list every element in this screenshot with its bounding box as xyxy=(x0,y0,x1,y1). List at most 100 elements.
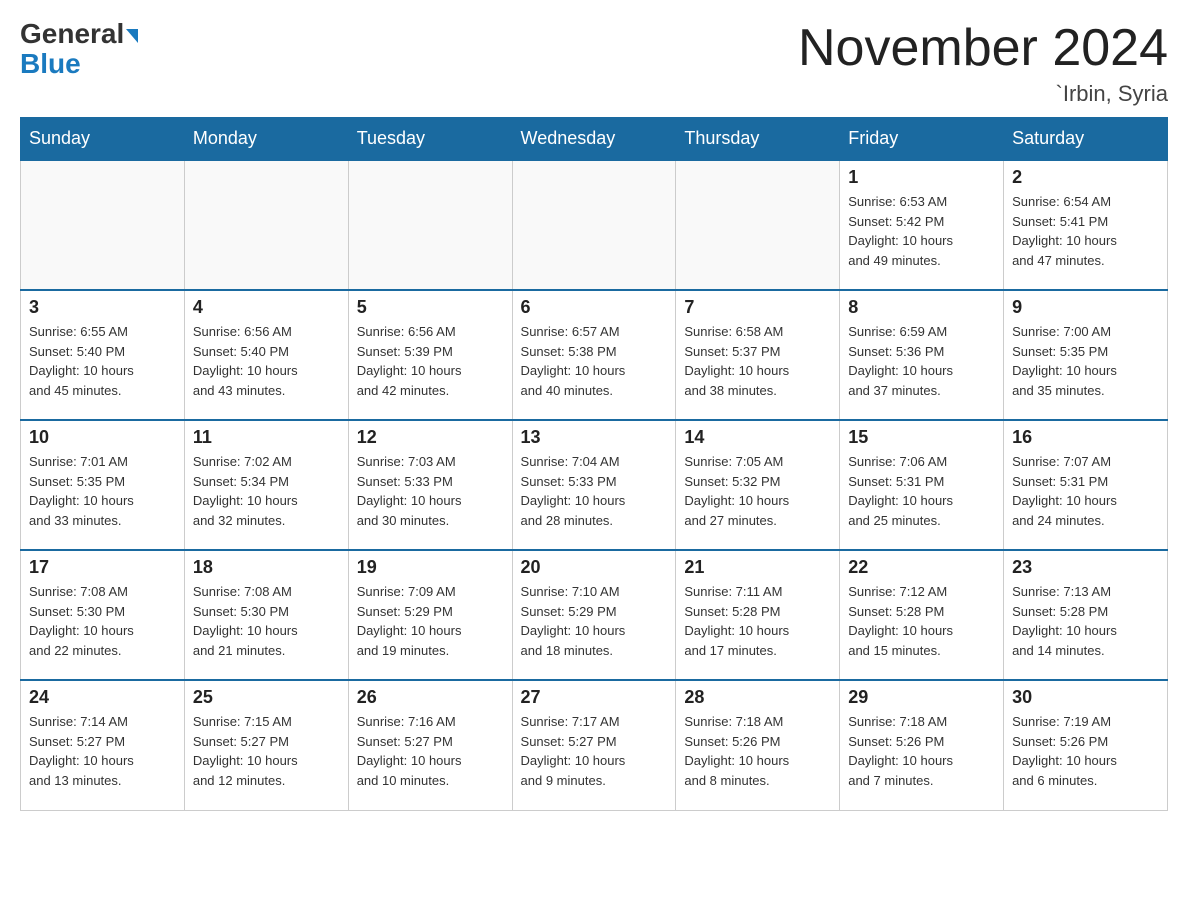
calendar-header-friday: Friday xyxy=(840,118,1004,161)
day-number: 1 xyxy=(848,167,995,188)
calendar-cell xyxy=(348,160,512,290)
calendar-header-wednesday: Wednesday xyxy=(512,118,676,161)
day-info: Sunrise: 7:12 AM Sunset: 5:28 PM Dayligh… xyxy=(848,582,995,660)
calendar-week-row-3: 10 Sunrise: 7:01 AM Sunset: 5:35 PM Dayli… xyxy=(21,420,1168,550)
calendar-cell: 11 Sunrise: 7:02 AM Sunset: 5:34 PM Dayli… xyxy=(184,420,348,550)
calendar-cell xyxy=(184,160,348,290)
calendar-cell: 13 Sunrise: 7:04 AM Sunset: 5:33 PM Dayli… xyxy=(512,420,676,550)
calendar-cell: 6Sunrise: 6:57 AM Sunset: 5:38 PM Daylig… xyxy=(512,290,676,420)
day-info: Sunrise: 6:53 AM Sunset: 5:42 PM Dayligh… xyxy=(848,192,995,270)
logo-top: General xyxy=(20,20,138,48)
day-number: 5 xyxy=(357,297,504,318)
calendar-cell xyxy=(21,160,185,290)
day-number: 16 xyxy=(1012,427,1159,448)
day-number: 20 xyxy=(521,557,668,578)
day-number: 9 xyxy=(1012,297,1159,318)
calendar-week-row-2: 3 Sunrise: 6:55 AM Sunset: 5:40 PM Daylig… xyxy=(21,290,1168,420)
calendar-week-row-4: 17 Sunrise: 7:08 AM Sunset: 5:30 PM Dayli… xyxy=(21,550,1168,680)
calendar-cell: 16 Sunrise: 7:07 AM Sunset: 5:31 PM Dayli… xyxy=(1004,420,1168,550)
calendar-header-monday: Monday xyxy=(184,118,348,161)
day-number: 24 xyxy=(29,687,176,708)
day-number: 10 xyxy=(29,427,176,448)
day-info: Sunrise: 7:14 AM Sunset: 5:27 PM Dayligh… xyxy=(29,712,176,790)
calendar-cell: 19 Sunrise: 7:09 AM Sunset: 5:29 PM Dayli… xyxy=(348,550,512,680)
calendar-cell: 21 Sunrise: 7:11 AM Sunset: 5:28 PM Dayli… xyxy=(676,550,840,680)
day-info: Sunrise: 7:04 AM Sunset: 5:33 PM Dayligh… xyxy=(521,452,668,530)
day-number: 11 xyxy=(193,427,340,448)
calendar-cell: 23 Sunrise: 7:13 AM Sunset: 5:28 PM Dayli… xyxy=(1004,550,1168,680)
day-info: Sunrise: 6:58 AM Sunset: 5:37 PM Dayligh… xyxy=(684,322,831,400)
calendar-cell: 9 Sunrise: 7:00 AM Sunset: 5:35 PM Daylig… xyxy=(1004,290,1168,420)
calendar-header-thursday: Thursday xyxy=(676,118,840,161)
day-number: 3 xyxy=(29,297,176,318)
day-number: 7 xyxy=(684,297,831,318)
day-info: Sunrise: 7:03 AM Sunset: 5:33 PM Dayligh… xyxy=(357,452,504,530)
day-number: 13 xyxy=(521,427,668,448)
day-number: 17 xyxy=(29,557,176,578)
calendar-cell: 12 Sunrise: 7:03 AM Sunset: 5:33 PM Dayli… xyxy=(348,420,512,550)
calendar-week-row-5: 24 Sunrise: 7:14 AM Sunset: 5:27 PM Dayli… xyxy=(21,680,1168,810)
day-number: 22 xyxy=(848,557,995,578)
day-number: 27 xyxy=(521,687,668,708)
calendar-week-row-1: 1 Sunrise: 6:53 AM Sunset: 5:42 PM Daylig… xyxy=(21,160,1168,290)
day-info: Sunrise: 7:19 AM Sunset: 5:26 PM Dayligh… xyxy=(1012,712,1159,790)
calendar-cell: 17 Sunrise: 7:08 AM Sunset: 5:30 PM Dayli… xyxy=(21,550,185,680)
calendar-cell: 2 Sunrise: 6:54 AM Sunset: 5:41 PM Daylig… xyxy=(1004,160,1168,290)
day-info: Sunrise: 7:05 AM Sunset: 5:32 PM Dayligh… xyxy=(684,452,831,530)
location: `Irbin, Syria xyxy=(798,81,1168,107)
day-info: Sunrise: 7:01 AM Sunset: 5:35 PM Dayligh… xyxy=(29,452,176,530)
day-info: Sunrise: 7:00 AM Sunset: 5:35 PM Dayligh… xyxy=(1012,322,1159,400)
day-number: 2 xyxy=(1012,167,1159,188)
day-info: Sunrise: 7:13 AM Sunset: 5:28 PM Dayligh… xyxy=(1012,582,1159,660)
day-info: Sunrise: 7:08 AM Sunset: 5:30 PM Dayligh… xyxy=(193,582,340,660)
day-info: Sunrise: 7:16 AM Sunset: 5:27 PM Dayligh… xyxy=(357,712,504,790)
day-info: Sunrise: 6:59 AM Sunset: 5:36 PM Dayligh… xyxy=(848,322,995,400)
day-number: 18 xyxy=(193,557,340,578)
calendar-cell: 14 Sunrise: 7:05 AM Sunset: 5:32 PM Dayli… xyxy=(676,420,840,550)
day-info: Sunrise: 7:10 AM Sunset: 5:29 PM Dayligh… xyxy=(521,582,668,660)
day-number: 21 xyxy=(684,557,831,578)
calendar-header-tuesday: Tuesday xyxy=(348,118,512,161)
day-info: Sunrise: 7:07 AM Sunset: 5:31 PM Dayligh… xyxy=(1012,452,1159,530)
day-info: Sunrise: 7:18 AM Sunset: 5:26 PM Dayligh… xyxy=(684,712,831,790)
logo-bottom: Blue xyxy=(20,50,81,78)
calendar-cell: 29Sunrise: 7:18 AM Sunset: 5:26 PM Dayli… xyxy=(840,680,1004,810)
day-info: Sunrise: 7:06 AM Sunset: 5:31 PM Dayligh… xyxy=(848,452,995,530)
calendar-cell: 10 Sunrise: 7:01 AM Sunset: 5:35 PM Dayli… xyxy=(21,420,185,550)
day-info: Sunrise: 6:56 AM Sunset: 5:40 PM Dayligh… xyxy=(193,322,340,400)
calendar-header-saturday: Saturday xyxy=(1004,118,1168,161)
day-number: 4 xyxy=(193,297,340,318)
calendar-cell: 22 Sunrise: 7:12 AM Sunset: 5:28 PM Dayli… xyxy=(840,550,1004,680)
day-number: 19 xyxy=(357,557,504,578)
day-number: 8 xyxy=(848,297,995,318)
day-info: Sunrise: 6:55 AM Sunset: 5:40 PM Dayligh… xyxy=(29,322,176,400)
day-info: Sunrise: 7:11 AM Sunset: 5:28 PM Dayligh… xyxy=(684,582,831,660)
day-info: Sunrise: 6:56 AM Sunset: 5:39 PM Dayligh… xyxy=(357,322,504,400)
day-info: Sunrise: 7:02 AM Sunset: 5:34 PM Dayligh… xyxy=(193,452,340,530)
day-info: Sunrise: 7:08 AM Sunset: 5:30 PM Dayligh… xyxy=(29,582,176,660)
day-info: Sunrise: 6:54 AM Sunset: 5:41 PM Dayligh… xyxy=(1012,192,1159,270)
calendar-cell: 26Sunrise: 7:16 AM Sunset: 5:27 PM Dayli… xyxy=(348,680,512,810)
day-info: Sunrise: 7:09 AM Sunset: 5:29 PM Dayligh… xyxy=(357,582,504,660)
day-number: 25 xyxy=(193,687,340,708)
day-number: 14 xyxy=(684,427,831,448)
calendar-cell: 8 Sunrise: 6:59 AM Sunset: 5:36 PM Daylig… xyxy=(840,290,1004,420)
calendar-cell: 25Sunrise: 7:15 AM Sunset: 5:27 PM Dayli… xyxy=(184,680,348,810)
calendar-cell: 27Sunrise: 7:17 AM Sunset: 5:27 PM Dayli… xyxy=(512,680,676,810)
calendar-cell: 20 Sunrise: 7:10 AM Sunset: 5:29 PM Dayli… xyxy=(512,550,676,680)
day-number: 12 xyxy=(357,427,504,448)
calendar-table: SundayMondayTuesdayWednesdayThursdayFrid… xyxy=(20,117,1168,811)
calendar-cell: 4 Sunrise: 6:56 AM Sunset: 5:40 PM Daylig… xyxy=(184,290,348,420)
calendar-cell: 7 Sunrise: 6:58 AM Sunset: 5:37 PM Daylig… xyxy=(676,290,840,420)
calendar-cell: 30 Sunrise: 7:19 AM Sunset: 5:26 PM Dayli… xyxy=(1004,680,1168,810)
calendar-header-sunday: Sunday xyxy=(21,118,185,161)
day-info: Sunrise: 6:57 AM Sunset: 5:38 PM Dayligh… xyxy=(521,322,668,400)
logo: General Blue xyxy=(20,20,138,78)
day-number: 23 xyxy=(1012,557,1159,578)
page-header: General Blue November 2024 `Irbin, Syria xyxy=(20,20,1168,107)
calendar-cell: 5 Sunrise: 6:56 AM Sunset: 5:39 PM Daylig… xyxy=(348,290,512,420)
day-number: 30 xyxy=(1012,687,1159,708)
month-title: November 2024 xyxy=(798,20,1168,77)
calendar-cell: 18 Sunrise: 7:08 AM Sunset: 5:30 PM Dayli… xyxy=(184,550,348,680)
title-block: November 2024 `Irbin, Syria xyxy=(798,20,1168,107)
